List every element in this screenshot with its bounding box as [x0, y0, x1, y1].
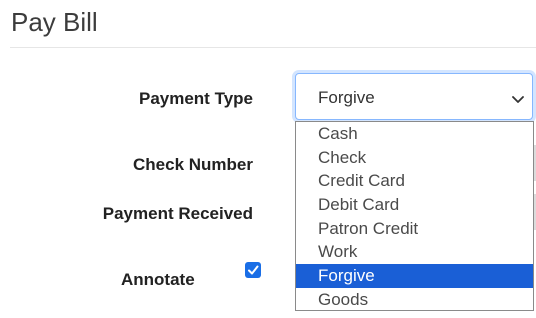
- option-forgive[interactable]: Forgive: [296, 264, 533, 288]
- page-title: Pay Bill: [11, 7, 98, 37]
- option-cash[interactable]: Cash: [296, 122, 533, 146]
- annotate-label: Annotate: [121, 270, 195, 289]
- option-debit-card[interactable]: Debit Card: [296, 193, 533, 217]
- annotate-checkbox[interactable]: [245, 262, 261, 278]
- payment-type-dropdown: Cash Check Credit Card Debit Card Patron…: [295, 121, 534, 311]
- chevron-down-icon: [512, 92, 524, 103]
- title-divider: [10, 47, 536, 48]
- option-goods[interactable]: Goods: [296, 288, 533, 312]
- check-number-label: Check Number: [133, 155, 253, 174]
- payment-received-label: Payment Received: [102, 204, 253, 223]
- option-credit-card[interactable]: Credit Card: [296, 169, 533, 193]
- option-check[interactable]: Check: [296, 146, 533, 170]
- payment-type-select[interactable]: Forgive: [295, 73, 533, 120]
- payment-type-label: Payment Type: [138, 89, 253, 108]
- option-patron-credit[interactable]: Patron Credit: [296, 217, 533, 241]
- checkmark-icon: [248, 265, 259, 275]
- option-work[interactable]: Work: [296, 240, 533, 264]
- payment-type-selected-value: Forgive: [318, 88, 375, 107]
